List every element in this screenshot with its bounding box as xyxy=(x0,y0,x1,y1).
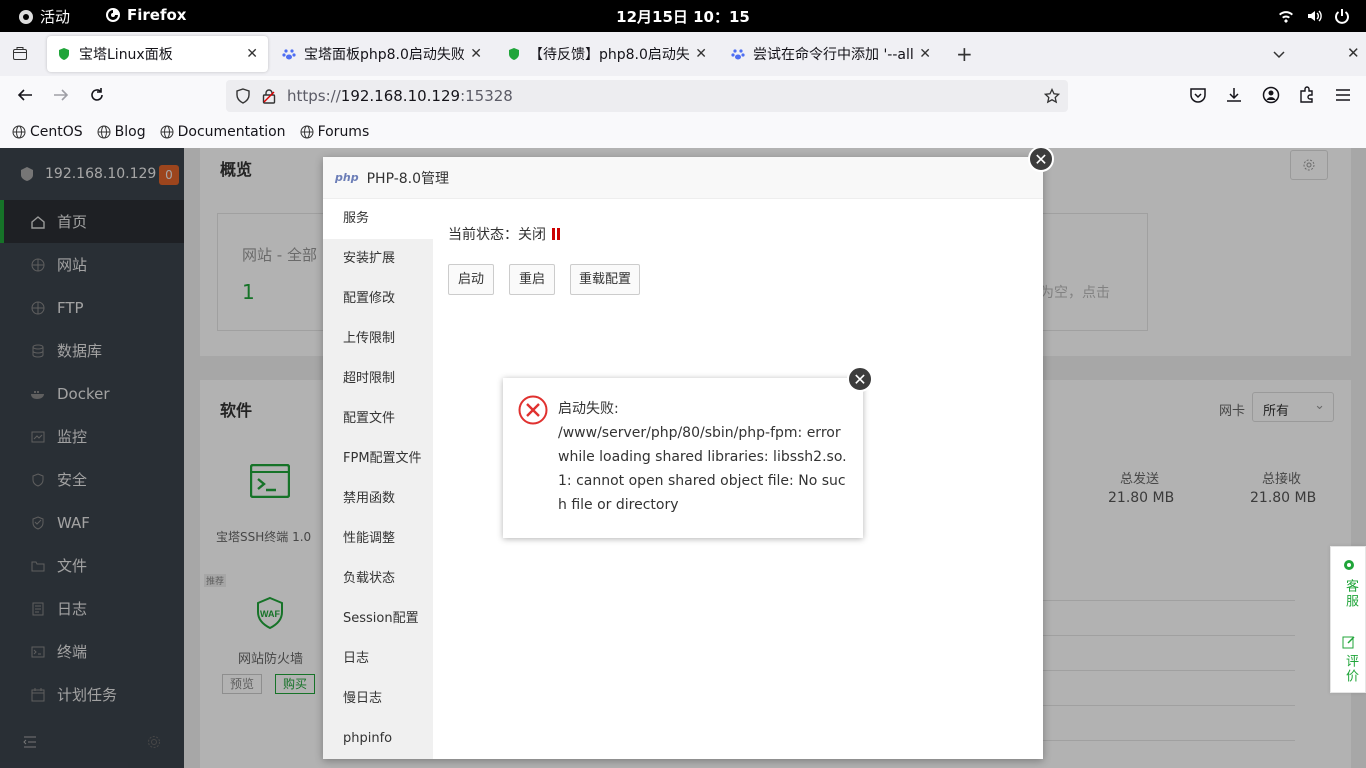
app-name: Firefox xyxy=(127,6,187,24)
service-label[interactable]: 客服 xyxy=(1341,579,1360,609)
status-text: 当前状态：关闭 xyxy=(448,227,546,243)
menu-item-log[interactable]: 日志 xyxy=(323,639,433,679)
tracking-shield-icon[interactable] xyxy=(235,88,251,104)
reload-config-button[interactable]: 重载配置 xyxy=(570,264,640,295)
bookmark-blog[interactable]: Blog xyxy=(97,124,146,140)
tab-command-line[interactable]: 尝试在命令行中添加 '--all ✕ xyxy=(721,36,941,72)
url-scheme: https:// xyxy=(287,87,341,105)
close-tab-icon[interactable]: ✕ xyxy=(695,46,707,62)
system-tray[interactable] xyxy=(1278,8,1350,24)
navigation-bar: https://192.168.10.129:15328 xyxy=(0,76,1366,116)
web-page: 192.168.10.129 0 首页 网站 FTP 数据库 Docker 监控… xyxy=(0,148,1366,768)
php-menu: 服务 安装扩展 配置修改 上传限制 超时限制 配置文件 FPM配置文件 禁用函数… xyxy=(323,199,433,759)
menu-item-disabled-functions[interactable]: 禁用函数 xyxy=(323,479,433,519)
new-tab-plus-icon[interactable]: + xyxy=(956,42,973,66)
tab-title: 宝塔面板php8.0启动失败 xyxy=(304,47,465,63)
tab-bar: 宝塔Linux面板 ✕ 宝塔面板php8.0启动失败 ✕ 【待反馈】php8.0… xyxy=(0,32,1366,76)
menu-item-slow-log[interactable]: 慢日志 xyxy=(323,679,433,719)
bookmarks-toolbar: CentOS Blog Documentation Forums xyxy=(0,116,1366,148)
review-edit-icon[interactable] xyxy=(1342,635,1356,649)
url-text[interactable]: https://192.168.10.129:15328 xyxy=(287,87,513,105)
restart-button[interactable]: 重启 xyxy=(509,264,555,295)
php-logo: php xyxy=(335,171,359,184)
menu-item-config-modify[interactable]: 配置修改 xyxy=(323,279,433,319)
bookmark-label: Forums xyxy=(317,124,370,140)
pocket-icon[interactable] xyxy=(1189,86,1207,104)
firefox-icon xyxy=(106,8,120,22)
wifi-icon xyxy=(1279,11,1293,23)
tab-title: 宝塔Linux面板 xyxy=(79,47,173,63)
paw-icon xyxy=(282,49,296,60)
lock-warning-icon[interactable] xyxy=(261,88,277,104)
bookmark-centos[interactable]: CentOS xyxy=(12,124,83,140)
extensions-icon[interactable] xyxy=(1298,86,1316,104)
review-label[interactable]: 评价 xyxy=(1341,654,1360,684)
close-tab-icon[interactable]: ✕ xyxy=(246,46,258,62)
close-tab-icon[interactable]: ✕ xyxy=(470,46,482,62)
globe-icon xyxy=(97,125,111,139)
menu-item-install-extension[interactable]: 安装扩展 xyxy=(323,239,433,279)
customer-service-icon[interactable] xyxy=(1342,559,1356,573)
clock[interactable]: 12月15日 10：15 xyxy=(616,8,750,26)
downloads-icon[interactable] xyxy=(1225,86,1243,104)
menu-item-performance[interactable]: 性能调整 xyxy=(323,519,433,559)
tab-title: 尝试在命令行中添加 '--all xyxy=(753,47,914,63)
url-bar[interactable]: https://192.168.10.129:15328 xyxy=(226,80,1068,112)
activities-label: 活动 xyxy=(40,8,71,26)
close-error-dialog-icon[interactable]: ✕ xyxy=(847,366,873,392)
tab-title: 【待反馈】php8.0启动失败 xyxy=(529,47,690,63)
back-arrow-icon[interactable] xyxy=(16,86,34,104)
menu-item-upload-limit[interactable]: 上传限制 xyxy=(323,319,433,359)
tab-baota-php-failed[interactable]: 宝塔面板php8.0启动失败 ✕ xyxy=(272,36,492,72)
app-menu[interactable]: Firefox xyxy=(105,6,186,24)
stopped-status-icon xyxy=(552,228,560,240)
menu-item-phpinfo[interactable]: phpinfo xyxy=(323,719,433,759)
menu-item-load-status[interactable]: 负载状态 xyxy=(323,559,433,599)
url-port: :15328 xyxy=(460,87,513,105)
globe-icon xyxy=(12,125,26,139)
system-top-bar: 活动 Firefox 12月15日 10：15 xyxy=(0,0,1366,32)
globe-icon xyxy=(300,125,314,139)
tab-list-chevron-down-icon[interactable] xyxy=(1272,47,1286,61)
menu-item-session[interactable]: Session配置 xyxy=(323,599,433,639)
globe-icon xyxy=(160,125,174,139)
bookmark-label: Documentation xyxy=(177,124,286,140)
shield-icon xyxy=(509,48,519,60)
menu-item-config-file[interactable]: 配置文件 xyxy=(323,399,433,439)
forward-arrow-icon[interactable] xyxy=(52,86,70,104)
paw-icon xyxy=(731,49,745,60)
tab-baota-panel[interactable]: 宝塔Linux面板 ✕ xyxy=(47,36,268,72)
bookmark-label: CentOS xyxy=(30,124,83,140)
url-host: 192.168.10.129 xyxy=(340,87,461,105)
fedora-icon xyxy=(19,9,33,24)
tab-feedback[interactable]: 【待反馈】php8.0启动失败 ✕ xyxy=(497,36,717,72)
account-icon[interactable] xyxy=(1262,86,1280,104)
floating-service-panel: 客服 评价 xyxy=(1330,546,1366,693)
window-close-icon[interactable]: ✕ xyxy=(1347,44,1360,62)
close-tab-icon[interactable]: ✕ xyxy=(919,46,931,62)
error-dialog: 启动失败: /www/server/php/80/sbin/php-fpm: e… xyxy=(503,378,863,538)
bookmark-star-icon[interactable] xyxy=(1044,88,1060,104)
bookmark-forums[interactable]: Forums xyxy=(300,124,370,140)
error-message: 启动失败: /www/server/php/80/sbin/php-fpm: e… xyxy=(558,401,847,513)
hamburger-menu-icon[interactable] xyxy=(1334,86,1352,104)
power-icon xyxy=(1335,9,1349,24)
reload-icon[interactable] xyxy=(88,86,106,104)
activities-button[interactable]: 活动 xyxy=(18,6,70,27)
menu-item-fpm-config[interactable]: FPM配置文件 xyxy=(323,439,433,479)
dialog-title-bar[interactable]: php PHP-8.0管理 xyxy=(323,157,1043,199)
status-line: 当前状态：关闭 xyxy=(448,224,560,244)
start-button[interactable]: 启动 xyxy=(448,264,494,295)
dialog-title: PHP-8.0管理 xyxy=(366,170,450,187)
menu-item-service[interactable]: 服务 xyxy=(323,199,433,239)
shield-icon xyxy=(59,48,69,60)
tab-overview-icon[interactable] xyxy=(12,46,28,62)
menu-item-timeout-limit[interactable]: 超时限制 xyxy=(323,359,433,399)
volume-icon xyxy=(1308,10,1322,22)
error-x-icon xyxy=(518,395,548,425)
bookmark-label: Blog xyxy=(114,124,146,140)
bookmark-documentation[interactable]: Documentation xyxy=(160,124,286,140)
